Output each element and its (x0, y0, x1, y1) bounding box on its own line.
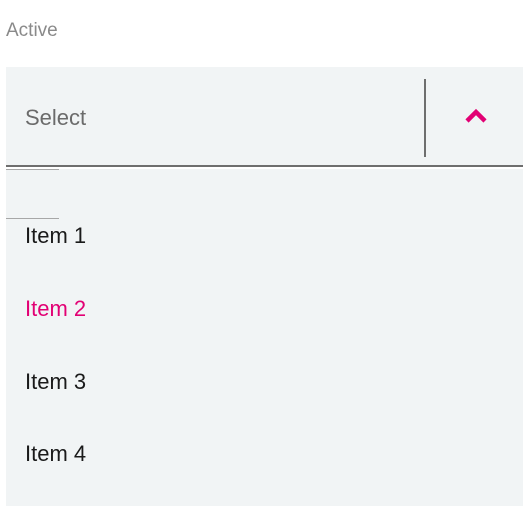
focus-indicator-top (6, 169, 59, 170)
select-divider (424, 79, 426, 157)
dropdown-list: Item 1 Item 2 Item 3 Item 4 (6, 169, 523, 506)
select-placeholder: Select (25, 105, 87, 130)
list-item-3[interactable]: Item 3 (25, 369, 86, 395)
list-item-4[interactable]: Item 4 (25, 441, 86, 467)
list-item-1[interactable]: Item 1 (25, 223, 86, 249)
select-dropdown[interactable]: Select (6, 67, 523, 167)
list-item-2[interactable]: Item 2 (25, 296, 86, 322)
state-label: Active (6, 20, 58, 41)
focus-indicator-bottom (6, 218, 59, 219)
chevron-up-icon[interactable] (461, 105, 491, 125)
